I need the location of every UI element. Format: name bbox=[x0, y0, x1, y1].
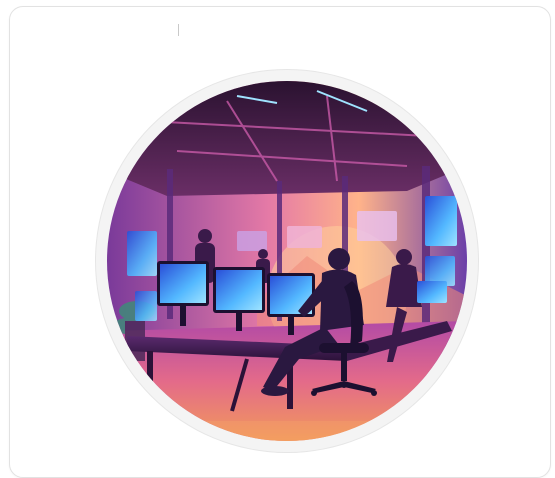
office-workspace-illustration-icon bbox=[107, 81, 467, 441]
avatar[interactable] bbox=[107, 81, 467, 441]
divider-tick bbox=[178, 24, 179, 36]
